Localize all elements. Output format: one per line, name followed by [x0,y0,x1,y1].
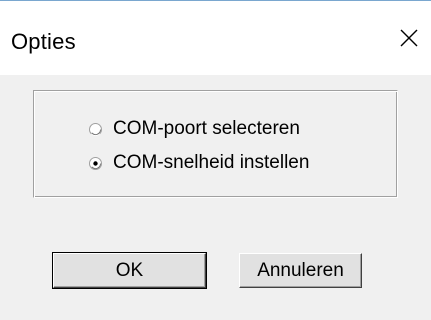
title-bar: Opties [0,1,431,75]
ok-button[interactable]: OK [53,253,206,288]
radio-option-set-com-speed[interactable]: COM-snelheid instellen [89,150,309,176]
radio-unchecked-icon[interactable] [89,122,102,136]
close-icon [400,29,418,47]
radio-label-select-com-port: COM-poort selecteren [113,118,300,139]
window-title: Opties [11,29,76,54]
close-button[interactable] [392,21,426,55]
options-group: COM-poort selecteren COM-snelheid instel… [33,90,398,198]
radio-label-set-com-speed: COM-snelheid instellen [113,152,310,173]
options-dialog: Opties COM-poort selecteren COM-snelheid… [0,0,431,320]
radio-checked-icon[interactable] [89,156,102,170]
radio-option-select-com-port[interactable]: COM-poort selecteren [89,116,300,142]
cancel-button[interactable]: Annuleren [239,253,362,288]
